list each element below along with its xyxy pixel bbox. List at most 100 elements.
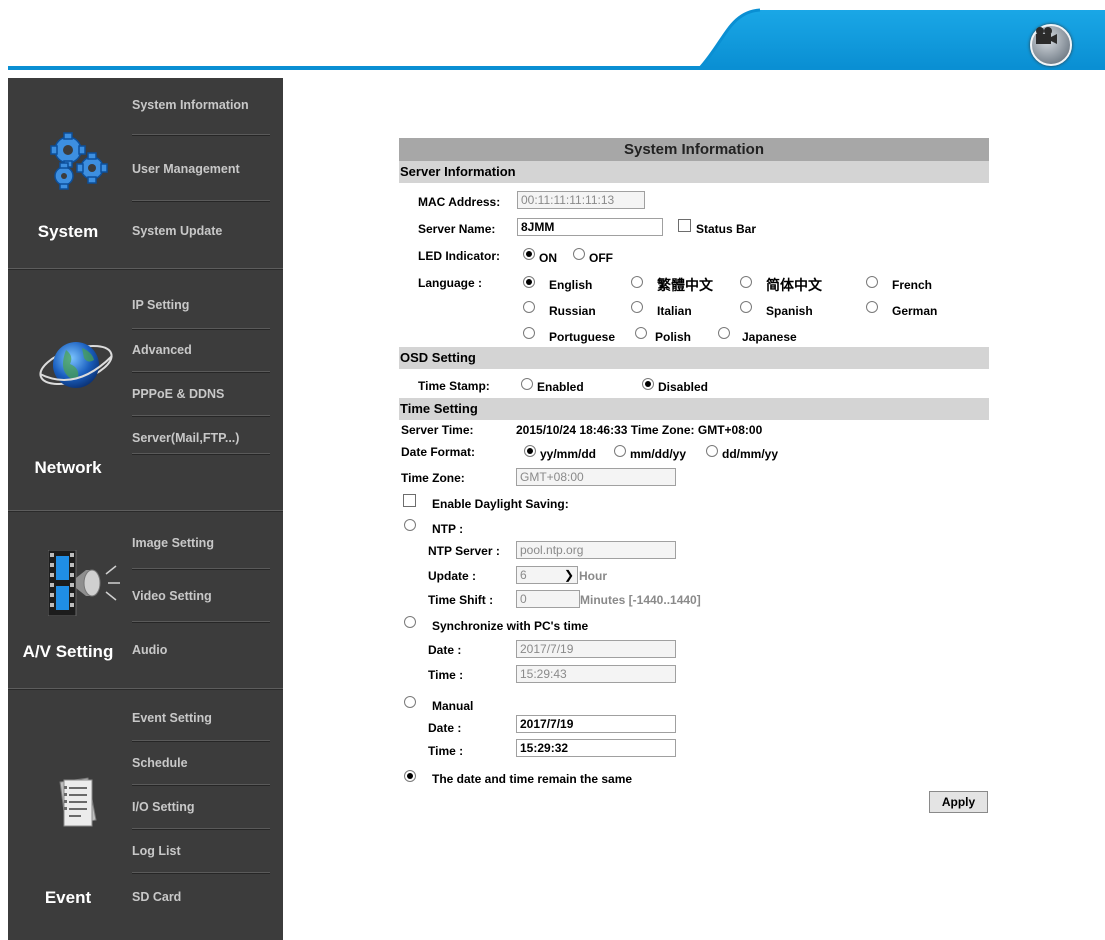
language-russian-label: Russian — [549, 304, 596, 318]
mac-address-field: 00:11:11:11:11:13 — [517, 191, 645, 209]
menu-divider — [132, 784, 270, 786]
ntp-label: NTP : — [432, 522, 464, 536]
update-select[interactable]: 6 ❯ — [516, 566, 578, 584]
server-time-value: 2015/10/24 18:46:33 Time Zone: GMT+08:00 — [516, 423, 763, 437]
sync-time-label: Time : — [428, 668, 464, 682]
time-shift-unit: Minutes [-1440..1440] — [580, 593, 701, 607]
language-german-radio[interactable] — [866, 301, 878, 313]
sidebar-section-event: Event Event Setting Schedule I/O Setting… — [8, 690, 283, 940]
daylight-saving-label: Enable Daylight Saving: — [432, 497, 569, 511]
time-shift-label: Time Shift : — [428, 593, 494, 607]
section-title-event: Event — [44, 888, 92, 907]
manual-date-label: Date : — [428, 721, 462, 735]
time-stamp-disabled-radio[interactable] — [642, 378, 654, 390]
sidebar-item-io-setting[interactable]: I/O Setting — [132, 800, 272, 814]
language-traditional-chinese-radio[interactable] — [631, 276, 643, 288]
language-italian-label: Italian — [657, 304, 692, 318]
ntp-server-label: NTP Server : — [428, 544, 500, 558]
language-portuguese-radio[interactable] — [523, 327, 535, 339]
section-title-system: System — [37, 222, 99, 241]
keep-same-label: The date and time remain the same — [432, 772, 633, 786]
update-label: Update : — [428, 569, 476, 583]
server-name-input[interactable]: 8JMM — [517, 218, 663, 236]
sync-date-label: Date : — [428, 643, 462, 657]
language-japanese-radio[interactable] — [718, 327, 730, 339]
sidebar-item-schedule[interactable]: Schedule — [132, 756, 272, 770]
time-zone-field: GMT+08:00 — [516, 468, 676, 486]
sidebar-item-system-update[interactable]: System Update — [132, 224, 272, 238]
gears-icon — [50, 132, 108, 190]
date-format-yymmdd-label: yy/mm/dd — [540, 447, 597, 461]
time-setting-heading: Time Setting — [399, 398, 989, 420]
server-name-label: Server Name: — [418, 222, 496, 236]
manual-time-label: Time : — [428, 744, 464, 758]
manual-time-input[interactable]: 15:29:32 — [516, 739, 676, 757]
status-bar-checkbox[interactable] — [678, 219, 691, 232]
sidebar-item-advanced[interactable]: Advanced — [132, 343, 272, 357]
header-wave — [8, 8, 1105, 70]
sidebar-item-video-setting[interactable]: Video Setting — [132, 589, 272, 603]
manual-label: Manual — [432, 699, 474, 713]
manual-date-input[interactable]: 2017/7/19 — [516, 715, 676, 733]
sidebar-section-av-setting: A/V Setting Image Setting Video Setting … — [8, 512, 283, 688]
system-information-panel: System Information Server Information MA… — [399, 138, 989, 813]
time-stamp-enabled-radio[interactable] — [521, 378, 533, 390]
apply-button[interactable]: Apply — [929, 791, 988, 813]
language-german-label: German — [892, 304, 938, 318]
led-on-radio[interactable] — [523, 248, 535, 260]
sidebar-item-event-setting[interactable]: Event Setting — [132, 711, 272, 725]
globe-icon — [39, 342, 113, 388]
language-english-radio[interactable] — [523, 276, 535, 288]
server-time-label: Server Time: — [401, 423, 474, 437]
menu-divider — [132, 828, 270, 830]
daylight-saving-checkbox[interactable] — [403, 494, 416, 507]
led-on-label: ON — [539, 251, 557, 265]
sidebar-item-audio[interactable]: Audio — [132, 643, 272, 657]
date-format-label: Date Format: — [401, 445, 476, 459]
language-label: Language : — [418, 276, 483, 290]
language-english-label: English — [549, 278, 593, 292]
date-format-mmddyy-radio[interactable] — [614, 445, 626, 457]
top-header — [0, 0, 1105, 80]
sidebar-section-network: Network IP Setting Advanced PPPoE & DDNS… — [8, 270, 283, 510]
ntp-radio[interactable] — [404, 519, 416, 531]
language-russian-radio[interactable] — [523, 301, 535, 313]
sidebar-item-pppoe-ddns[interactable]: PPPoE & DDNS — [132, 387, 272, 401]
document-icon — [59, 777, 97, 827]
menu-divider — [132, 872, 270, 874]
sidebar-item-system-information[interactable]: System Information — [132, 98, 272, 112]
language-polish-radio[interactable] — [635, 327, 647, 339]
manual-radio[interactable] — [404, 696, 416, 708]
video-camera-icon — [1036, 27, 1057, 44]
date-format-ddmmyy-radio[interactable] — [706, 445, 718, 457]
language-portuguese-label: Portuguese — [549, 330, 616, 344]
sync-pc-radio[interactable] — [404, 616, 416, 628]
sidebar-item-ip-setting[interactable]: IP Setting — [132, 298, 272, 312]
status-bar-label: Status Bar — [696, 222, 757, 236]
sidebar-item-user-management[interactable]: User Management — [132, 162, 272, 176]
section-title-network: Network — [34, 458, 102, 477]
sidebar-item-image-setting[interactable]: Image Setting — [132, 536, 272, 550]
menu-divider — [132, 568, 270, 570]
language-italian-radio[interactable] — [631, 301, 643, 313]
mac-address-label: MAC Address: — [418, 195, 501, 209]
video-camera-button[interactable] — [1030, 24, 1072, 66]
time-stamp-enabled-label: Enabled — [537, 380, 584, 394]
menu-divider — [132, 200, 270, 202]
led-off-radio[interactable] — [573, 248, 585, 260]
film-speaker-icon — [48, 550, 120, 616]
keep-same-radio[interactable] — [404, 770, 416, 782]
language-traditional-chinese-label: 繁體中文 — [657, 277, 713, 293]
language-spanish-radio[interactable] — [740, 301, 752, 313]
sidebar-item-sd-card[interactable]: SD Card — [132, 890, 272, 904]
sync-date-field: 2017/7/19 — [516, 640, 676, 658]
server-information-heading: Server Information — [399, 161, 989, 183]
menu-divider — [132, 328, 270, 330]
language-simplified-chinese-radio[interactable] — [740, 276, 752, 288]
menu-divider — [132, 740, 270, 742]
date-format-yymmdd-radio[interactable] — [524, 445, 536, 457]
language-french-radio[interactable] — [866, 276, 878, 288]
sidebar-item-log-list[interactable]: Log List — [132, 844, 272, 858]
ntp-server-field: pool.ntp.org — [516, 541, 676, 559]
sidebar-item-server-mail-ftp[interactable]: Server(Mail,FTP...) — [132, 431, 272, 445]
